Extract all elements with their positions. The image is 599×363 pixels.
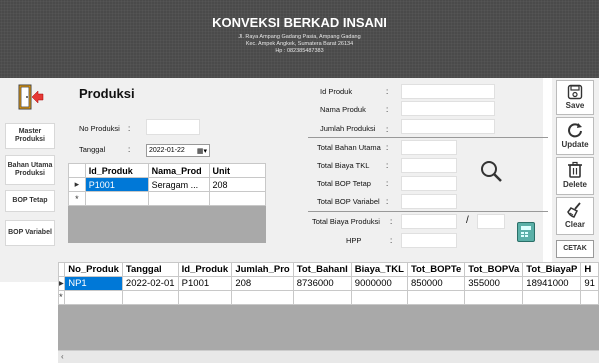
new-row[interactable]: * bbox=[68, 191, 267, 206]
refresh-icon bbox=[568, 123, 582, 138]
total-biaya-produksi-input[interactable] bbox=[401, 214, 457, 229]
search-button[interactable] bbox=[478, 158, 504, 184]
phone-number: Hp : 082385487383 bbox=[275, 48, 324, 54]
sidebar-item-bahan-utama-produksi[interactable]: Bahan Utama Produksi bbox=[5, 155, 55, 185]
column-header[interactable]: Jumlah_Pro bbox=[231, 262, 294, 277]
no-produksi-input[interactable] bbox=[146, 119, 200, 135]
column-header[interactable]: Id_Produk bbox=[177, 262, 233, 277]
search-icon bbox=[481, 161, 502, 182]
no-produksi-label: No Produksi bbox=[79, 124, 120, 133]
tanggal-label: Tanggal bbox=[79, 145, 106, 154]
column-header[interactable]: Tot_BahanI bbox=[292, 262, 352, 277]
total-bahan-utama-input[interactable] bbox=[401, 140, 457, 155]
jumlah-produksi-label: Jumlah Produksi bbox=[320, 124, 376, 133]
total-bop-tetap-label: Total BOP Tetap bbox=[317, 179, 371, 188]
table-row[interactable]: ▸ NP1 2022-02-01 P1001 208 8736000 90000… bbox=[58, 276, 599, 291]
production-grid[interactable]: No_Produk Tanggal Id_Produk Jumlah_Pro T… bbox=[58, 262, 599, 362]
column-header[interactable]: Tanggal bbox=[121, 262, 179, 277]
jumlah-produksi-input[interactable] bbox=[401, 119, 495, 134]
form-title: Produksi bbox=[79, 86, 135, 101]
tanggal-datepicker[interactable]: 2022-01-22 ▦▾ bbox=[146, 144, 210, 157]
product-grid[interactable]: Id_Produk Nama_Prod Unit ▸ P1001 Seragam… bbox=[68, 163, 267, 243]
table-row[interactable]: ▸ P1001 Seragam ... 208 bbox=[68, 177, 267, 192]
action-bar: Save Update Delete Clear CETAK bbox=[552, 78, 599, 282]
exit-icon[interactable] bbox=[14, 84, 44, 110]
column-header[interactable]: Tot_BOPVa bbox=[464, 262, 524, 277]
divider bbox=[308, 211, 548, 212]
app-header: KONVEKSI BERKAD INSANI Jl. Raya Ampang G… bbox=[0, 0, 599, 78]
calendar-icon[interactable]: ▦▾ bbox=[197, 146, 207, 157]
slash-separator: / bbox=[466, 215, 469, 226]
sidebar: Master Produksi Bahan Utama Produksi BOP… bbox=[0, 78, 59, 282]
cetak-button[interactable]: CETAK bbox=[556, 240, 594, 258]
company-title: KONVEKSI BERKAD INSANI bbox=[212, 15, 387, 30]
new-row[interactable]: * bbox=[58, 290, 599, 305]
nama-produk-input[interactable] bbox=[401, 101, 495, 116]
calculator-icon bbox=[521, 226, 531, 237]
total-bop-variabel-input[interactable] bbox=[401, 194, 457, 209]
sidebar-item-bop-tetap[interactable]: BOP Tetap bbox=[5, 190, 55, 212]
total-biaya-tkl-input[interactable] bbox=[401, 158, 457, 173]
address-line-2: Kec. Ampek Angkek, Sumatera Barat 26134 bbox=[245, 41, 354, 47]
divider bbox=[308, 137, 548, 138]
hpp-label: HPP bbox=[346, 236, 362, 245]
column-header[interactable]: H bbox=[580, 262, 599, 277]
total-biaya-produksi-label: Total Biaya Produksi bbox=[312, 217, 380, 226]
row-pointer-icon: ▸ bbox=[58, 276, 66, 291]
hpp-input[interactable] bbox=[401, 233, 457, 248]
horizontal-scrollbar[interactable]: ‹ bbox=[58, 350, 599, 363]
column-header[interactable]: Unit bbox=[208, 163, 267, 178]
save-button[interactable]: Save bbox=[556, 80, 594, 115]
id-produk-input[interactable] bbox=[401, 84, 495, 99]
calculator-button[interactable] bbox=[517, 222, 535, 242]
address-line-1: Jl. Raya Ampang Gadang Pasia, Ampang Gad… bbox=[238, 34, 361, 40]
clear-button[interactable]: Clear bbox=[556, 197, 594, 235]
broom-icon bbox=[567, 202, 581, 218]
delete-button[interactable]: Delete bbox=[556, 157, 594, 195]
column-header[interactable]: No_Produk bbox=[64, 262, 123, 277]
trash-icon bbox=[568, 161, 582, 178]
total-biaya-tkl-label: Total Biaya TKL bbox=[317, 161, 370, 170]
sidebar-item-master-produksi[interactable]: Master Produksi bbox=[5, 123, 55, 149]
column-header[interactable]: Nama_Prod bbox=[147, 163, 210, 178]
sidebar-item-bop-variabel[interactable]: BOP Variabel bbox=[5, 220, 55, 246]
nama-produk-label: Nama Produk bbox=[320, 105, 366, 114]
id-produk-label: Id Produk bbox=[320, 87, 353, 96]
scroll-left-icon[interactable]: ‹ bbox=[61, 352, 64, 361]
update-button[interactable]: Update bbox=[556, 117, 594, 155]
total-bop-variabel-label: Total BOP Variabel bbox=[317, 197, 380, 206]
save-icon bbox=[567, 84, 583, 100]
row-pointer-icon: ▸ bbox=[68, 177, 86, 192]
total-bop-tetap-input[interactable] bbox=[401, 176, 457, 191]
total-bahan-utama-label: Total Bahan Utama bbox=[317, 143, 381, 152]
column-header[interactable]: Biaya_TKL bbox=[350, 262, 408, 277]
new-row-icon: * bbox=[68, 191, 86, 206]
column-header[interactable]: Tot_BOPTe bbox=[406, 262, 466, 277]
jumlah-divisor-input[interactable] bbox=[477, 214, 505, 229]
column-header[interactable]: Tot_BiayaP bbox=[522, 262, 582, 277]
column-header[interactable]: Id_Produk bbox=[84, 163, 149, 178]
